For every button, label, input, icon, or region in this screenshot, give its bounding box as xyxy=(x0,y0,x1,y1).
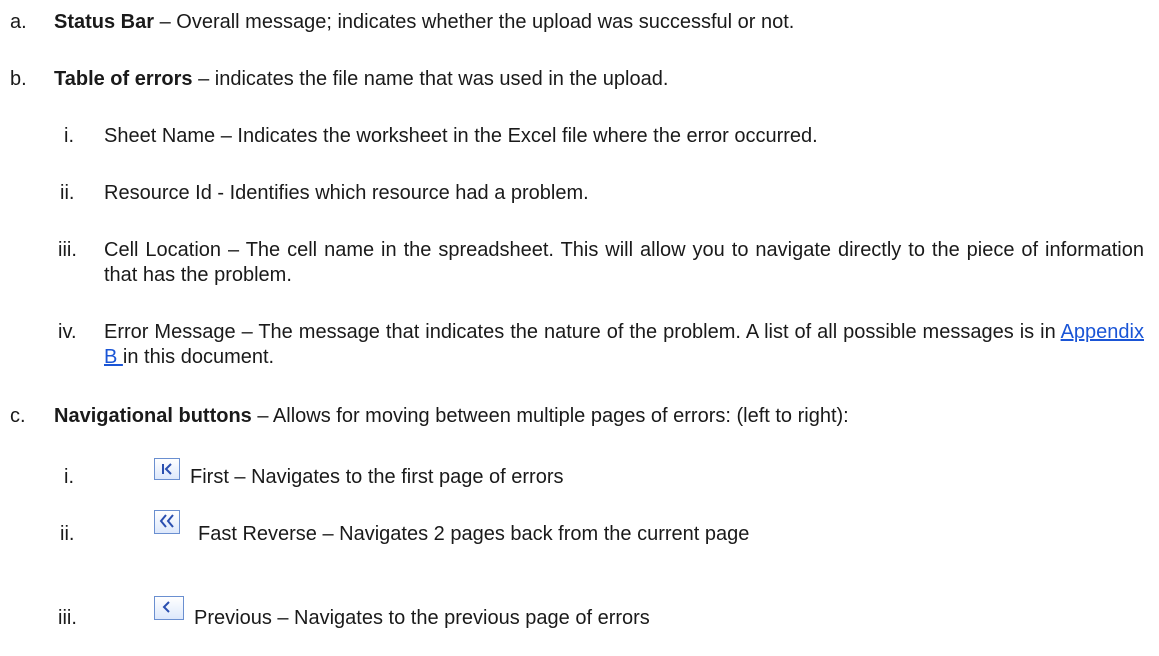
item-c-term: Navigational buttons xyxy=(54,405,252,427)
item-c-iii-text: Previous – Navigates to the previous pag… xyxy=(194,607,650,629)
item-c-text: – Allows for moving between multiple pag… xyxy=(251,405,849,427)
item-b-i-marker: i. xyxy=(64,125,74,147)
previous-page-icon xyxy=(154,596,184,620)
item-b-term: Table of errors xyxy=(54,68,193,90)
item-b-iv-text-after: in this document. xyxy=(122,346,275,368)
item-a-text: – Overall message; indicates whether the… xyxy=(154,11,795,33)
item-c-i-marker: i. xyxy=(64,466,74,488)
item-b-iv-marker: iv. xyxy=(58,321,77,343)
fast-reverse-icon xyxy=(154,510,180,534)
item-b-iv-text: Error Message – The message that indicat… xyxy=(104,321,1061,343)
item-c-ii-text: Fast Reverse – Navigates 2 pages back fr… xyxy=(198,523,750,545)
item-b-i-text: Sheet Name – Indicates the worksheet in … xyxy=(104,125,818,147)
item-b-iii-text: Cell Location – The cell name in the spr… xyxy=(104,239,1144,286)
item-b-iii-marker: iii. xyxy=(58,239,77,261)
item-c-i-text: First – Navigates to the first page of e… xyxy=(190,466,564,488)
item-a-term: Status Bar xyxy=(54,11,155,33)
item-c-ii-marker: ii. xyxy=(60,523,75,545)
item-b-text: – indicates the file name that was used … xyxy=(192,68,669,90)
item-a-marker: a. xyxy=(10,11,27,33)
item-c-iii-marker: iii. xyxy=(58,607,77,629)
item-b-ii-text: Resource Id - Identifies which resource … xyxy=(104,182,589,204)
first-page-icon xyxy=(154,458,180,480)
item-c-marker: c. xyxy=(10,405,26,427)
item-b-marker: b. xyxy=(10,68,27,90)
item-b-ii-marker: ii. xyxy=(60,182,75,204)
